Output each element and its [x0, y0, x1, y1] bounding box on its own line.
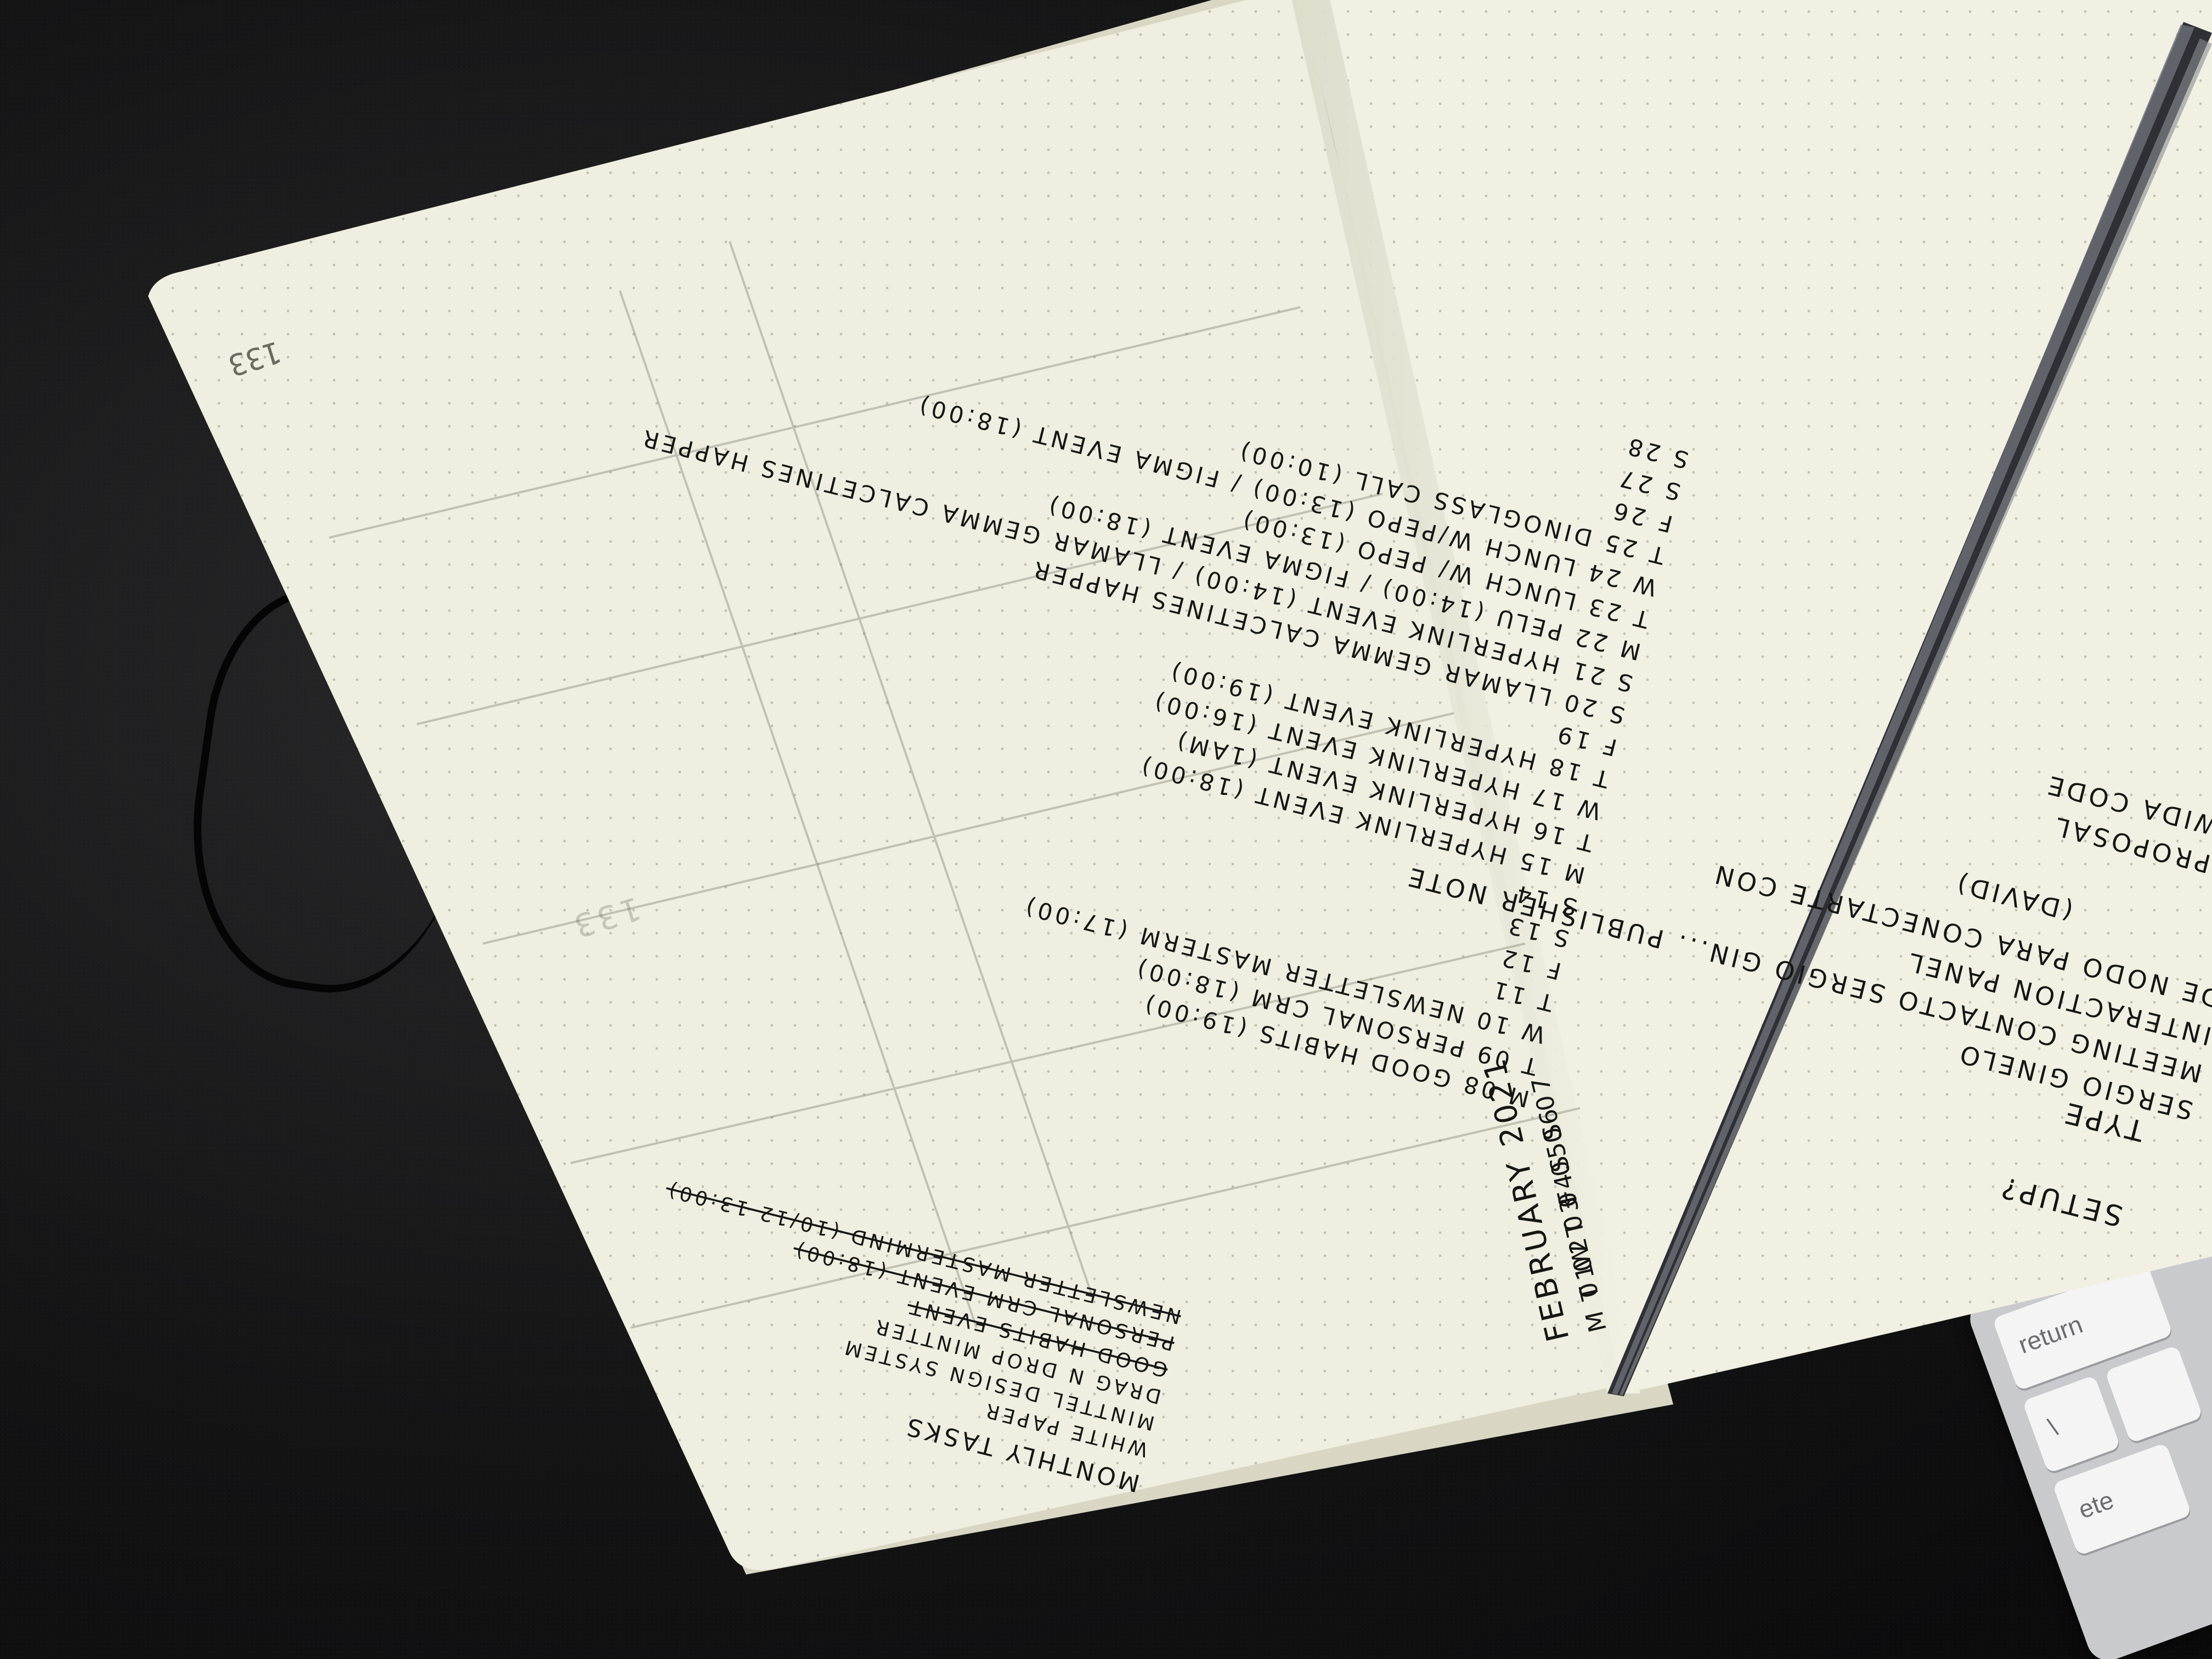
photo-scene: return \ ete 133 FEBRUARY 2021 M 01 T 02…: [0, 0, 2212, 1659]
notebook: 133 FEBRUARY 2021 M 01 T 02 W 03 T 04 F …: [148, 0, 2212, 1575]
